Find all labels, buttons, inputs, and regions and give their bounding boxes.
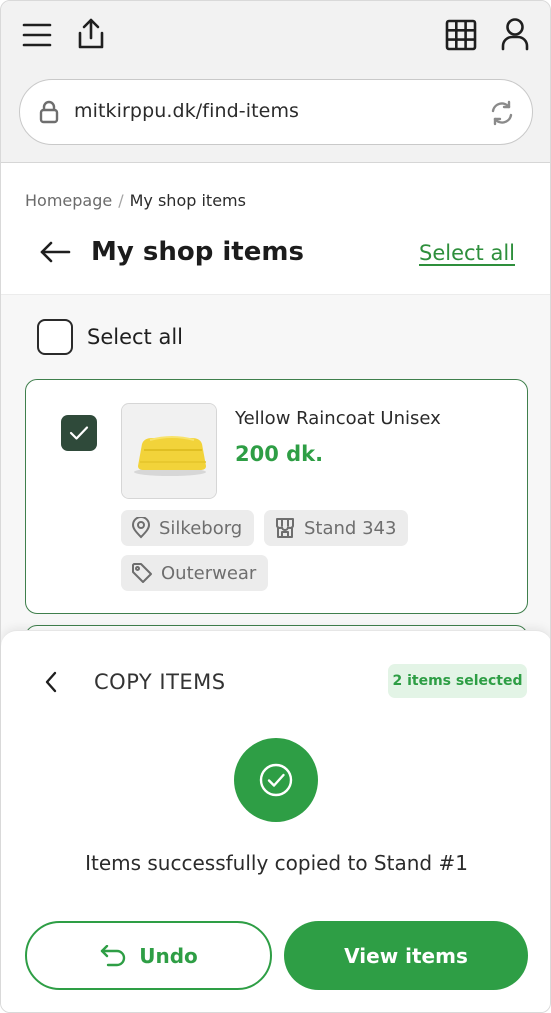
breadcrumb-current: My shop items (129, 191, 246, 210)
grid-icon[interactable] (443, 17, 479, 53)
item-checkbox[interactable] (61, 415, 97, 451)
menu-icon[interactable] (19, 17, 55, 53)
reload-icon[interactable] (488, 99, 516, 127)
page-title: My shop items (91, 237, 304, 267)
lock-icon (38, 100, 60, 124)
location-label: Silkeborg (159, 517, 243, 539)
breadcrumb: Homepage / My shop items (25, 191, 246, 210)
undo-icon (101, 944, 126, 966)
breadcrumb-home[interactable]: Homepage (25, 191, 112, 210)
page-header: Homepage / My shop items My shop items Sel… (1, 163, 550, 295)
check-circle-icon (259, 763, 293, 797)
item-name: Yellow Raincoat Unisex (235, 408, 441, 429)
category-tag: Outerwear (121, 555, 269, 591)
raincoat-image (122, 404, 216, 498)
user-icon[interactable] (497, 15, 533, 53)
select-all-link[interactable]: Select all (419, 241, 515, 265)
location-pin-icon (131, 517, 151, 539)
item-list: Select all Yellow Raincoat Unisex 200 dk… (1, 295, 550, 665)
list-item[interactable]: Yellow Raincoat Unisex 200 dk. Silkeborg… (25, 379, 528, 614)
location-tag: Silkeborg (121, 510, 255, 546)
tag-icon (132, 563, 152, 583)
stand-tag: Stand 343 (264, 510, 409, 546)
address-bar[interactable]: mitkirppu.dk/find-items (19, 79, 533, 145)
select-all-checkbox[interactable] (37, 319, 73, 355)
app-frame: mitkirppu.dk/find-items Homepage / My shop… (0, 0, 551, 1013)
copy-items-sheet: COPY ITEMS 2 items selected Items succes… (1, 630, 550, 1012)
undo-label: Undo (139, 943, 198, 968)
sheet-title: COPY ITEMS (94, 670, 226, 694)
select-all-label: Select all (87, 325, 183, 349)
item-thumbnail (121, 403, 217, 499)
share-icon[interactable] (73, 15, 109, 53)
view-items-button[interactable]: View items (284, 921, 528, 990)
chevron-left-icon[interactable] (39, 669, 63, 695)
item-price: 200 dk. (235, 442, 324, 466)
success-message: Items successfully copied to Stand #1 (85, 851, 468, 875)
category-label: Outerwear (161, 562, 257, 584)
store-icon (276, 518, 294, 538)
undo-button[interactable]: Undo (25, 921, 272, 990)
url-text: mitkirppu.dk/find-items (74, 100, 300, 122)
select-all-row[interactable]: Select all (37, 319, 183, 355)
breadcrumb-separator: / (118, 191, 124, 210)
back-arrow-icon[interactable] (37, 237, 73, 267)
check-icon (69, 426, 89, 440)
stand-label: Stand 343 (304, 517, 397, 539)
success-indicator (234, 738, 318, 822)
selected-count-badge: 2 items selected (388, 664, 527, 698)
browser-toolbar: mitkirppu.dk/find-items (1, 1, 550, 163)
